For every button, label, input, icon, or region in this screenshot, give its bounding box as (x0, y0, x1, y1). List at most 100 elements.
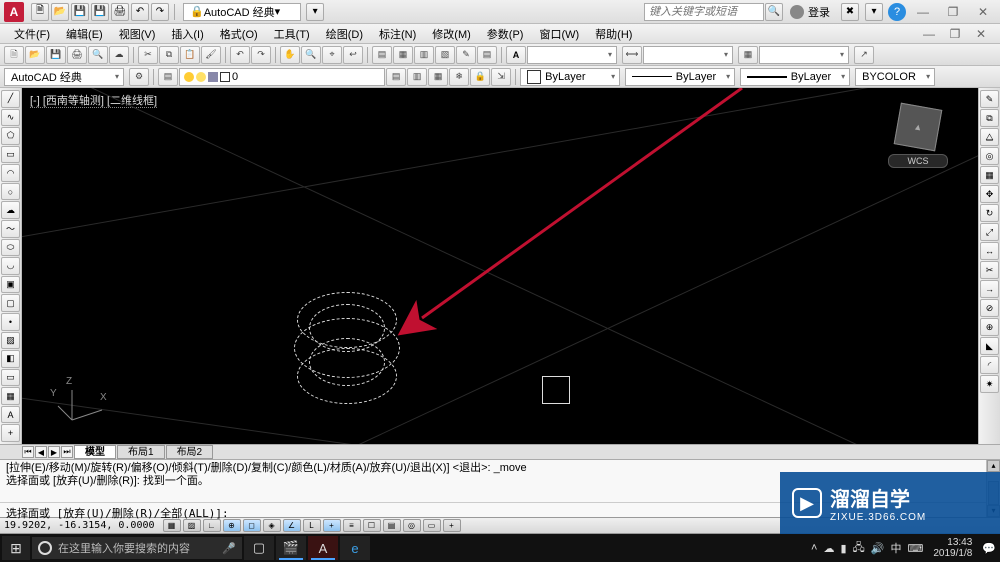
viewcube[interactable]: ▲ WCS (888, 106, 948, 168)
point-icon[interactable]: • (1, 313, 20, 331)
search-go-icon[interactable]: 🔍 (765, 3, 783, 21)
ellipsearc-icon[interactable]: ◡ (1, 257, 20, 275)
tray-volume-icon[interactable]: 🔊 (871, 542, 885, 555)
tablestyle-dropdown[interactable] (759, 46, 849, 64)
copy-obj-icon[interactable]: ⧉ (980, 109, 999, 127)
layerlck-icon[interactable]: 🔒 (470, 68, 490, 86)
toolpalette-icon[interactable]: ▥ (414, 46, 434, 64)
tray-ime-icon[interactable]: 中 (890, 540, 901, 556)
menu-draw[interactable]: 绘图(D) (318, 26, 371, 42)
start-button[interactable]: ⊞ (2, 536, 30, 560)
drawing-canvas[interactable]: [-] [西南等轴测] [二维线框] ▲ WCS ZYX (22, 88, 978, 444)
menu-window[interactable]: 窗口(W) (531, 26, 587, 42)
taskbar-clock[interactable]: 13:43 2019/1/8 (929, 537, 976, 559)
mtext-icon[interactable]: A (1, 406, 20, 424)
insert-icon[interactable]: ▣ (1, 276, 20, 294)
zoom-window-icon[interactable]: ⌖ (322, 46, 342, 64)
menu-file[interactable]: 文件(F) (6, 26, 58, 42)
tab-nav-next[interactable]: ▶ (48, 446, 60, 458)
pline-icon[interactable]: ∿ (1, 109, 20, 127)
sheetset-icon[interactable]: ▧ (435, 46, 455, 64)
window-minimize-button[interactable]: — (910, 3, 936, 21)
tray-chevron-icon[interactable]: ˄ (811, 542, 817, 554)
menu-help[interactable]: 帮助(H) (587, 26, 640, 42)
rotate-icon[interactable]: ↻ (980, 204, 999, 222)
gradient-icon[interactable]: ◧ (1, 350, 20, 368)
scale-icon[interactable]: ⤢ (980, 223, 999, 241)
tray-network-icon[interactable]: 🖧 (853, 539, 865, 558)
tray-notifications-icon[interactable]: 💬 (982, 542, 996, 555)
menu-dimension[interactable]: 标注(N) (371, 26, 424, 42)
menu-insert[interactable]: 插入(I) (163, 26, 211, 42)
paste-icon[interactable]: 📋 (180, 46, 200, 64)
block-icon[interactable]: ▢ (1, 294, 20, 312)
preview-icon[interactable]: 🔍 (88, 46, 108, 64)
revcloud-icon[interactable]: ☁ (1, 201, 20, 219)
table-icon[interactable]: ▦ (1, 387, 20, 405)
doc-restore-button[interactable]: ❐ (942, 25, 968, 43)
textstyle-icon[interactable]: A (506, 46, 526, 64)
menu-edit[interactable]: 编辑(E) (58, 26, 111, 42)
login-button[interactable]: 登录 (784, 3, 836, 21)
quickcalc-icon[interactable]: ▤ (477, 46, 497, 64)
layeriso-icon[interactable]: ▥ (407, 68, 427, 86)
help-icon[interactable]: ? (888, 3, 906, 21)
tab-layout1[interactable]: 布局1 (117, 445, 165, 459)
window-restore-button[interactable]: ❐ (940, 3, 966, 21)
copy-icon[interactable]: ⧉ (159, 46, 179, 64)
menu-modify[interactable]: 修改(M) (424, 26, 479, 42)
qat-saveas-icon[interactable]: 💾 (91, 3, 109, 21)
layerfrz-icon[interactable]: ❄ (449, 68, 469, 86)
layermcur-icon[interactable]: ⇲ (491, 68, 511, 86)
designcenter-icon[interactable]: ▦ (393, 46, 413, 64)
circle-icon[interactable]: ○ (1, 183, 20, 201)
window-close-button[interactable]: ✕ (970, 3, 996, 21)
doc-minimize-button[interactable]: — (916, 25, 942, 43)
qat-print-icon[interactable]: 🖨 (111, 3, 129, 21)
dropdown-icon[interactable]: ▾ (865, 3, 883, 21)
print-icon[interactable]: 🖨 (67, 46, 87, 64)
layerstate-icon[interactable]: ▤ (386, 68, 406, 86)
cut-icon[interactable]: ✂ (138, 46, 158, 64)
taskview-icon[interactable]: ▢ (244, 536, 274, 560)
polygon-icon[interactable]: ⬠ (1, 127, 20, 145)
erase-icon[interactable]: ✎ (980, 90, 999, 108)
extend-icon[interactable]: → (980, 280, 999, 298)
qat-redo-icon[interactable]: ↷ (151, 3, 169, 21)
tablestyle-icon[interactable]: ▦ (738, 46, 758, 64)
tab-model[interactable]: 模型 (74, 445, 116, 459)
match-icon[interactable]: 🖌 (201, 46, 221, 64)
tray-keyboard-icon[interactable]: ⌨ (907, 542, 923, 555)
autocad-logo[interactable]: A (4, 2, 24, 22)
open-icon[interactable]: 📂 (25, 46, 45, 64)
offset-icon[interactable]: ◎ (980, 147, 999, 165)
scroll-up-icon[interactable]: ▴ (987, 460, 1000, 472)
save-icon[interactable]: 💾 (46, 46, 66, 64)
doc-close-button[interactable]: ✕ (968, 25, 994, 43)
mic-icon[interactable]: 🎤 (222, 542, 236, 555)
mleaderstyle-icon[interactable]: ↗ (854, 46, 874, 64)
fillet-icon[interactable]: ◜ (980, 356, 999, 374)
mirror-icon[interactable]: ⧋ (980, 128, 999, 146)
layeroff-icon[interactable]: ▦ (428, 68, 448, 86)
rectangle-icon[interactable]: ▭ (1, 146, 20, 164)
menu-view[interactable]: 视图(V) (111, 26, 164, 42)
zoom-icon[interactable]: 🔍 (301, 46, 321, 64)
layer-dropdown[interactable]: 0 (179, 68, 385, 86)
markup-icon[interactable]: ✎ (456, 46, 476, 64)
tab-layout2[interactable]: 布局2 (166, 445, 214, 459)
publish-icon[interactable]: ☁ (109, 46, 129, 64)
qat-undo-icon[interactable]: ↶ (131, 3, 149, 21)
undo-icon[interactable]: ↶ (230, 46, 250, 64)
explode-icon[interactable]: ✷ (980, 375, 999, 393)
new-icon[interactable]: 🗎 (4, 46, 24, 64)
taskbar-app-autocad[interactable]: A (308, 536, 338, 560)
viewport-label[interactable]: [-] [西南等轴测] [二维线框] (30, 92, 157, 108)
menu-tools[interactable]: 工具(T) (266, 26, 318, 42)
color-dropdown[interactable]: ByLayer (520, 68, 620, 86)
stretch-icon[interactable]: ↔ (980, 242, 999, 260)
tab-nav-prev[interactable]: ◀ (35, 446, 47, 458)
menu-format[interactable]: 格式(O) (212, 26, 266, 42)
plotstyle-dropdown[interactable]: BYCOLOR (855, 68, 935, 86)
help-search-input[interactable] (644, 3, 764, 21)
